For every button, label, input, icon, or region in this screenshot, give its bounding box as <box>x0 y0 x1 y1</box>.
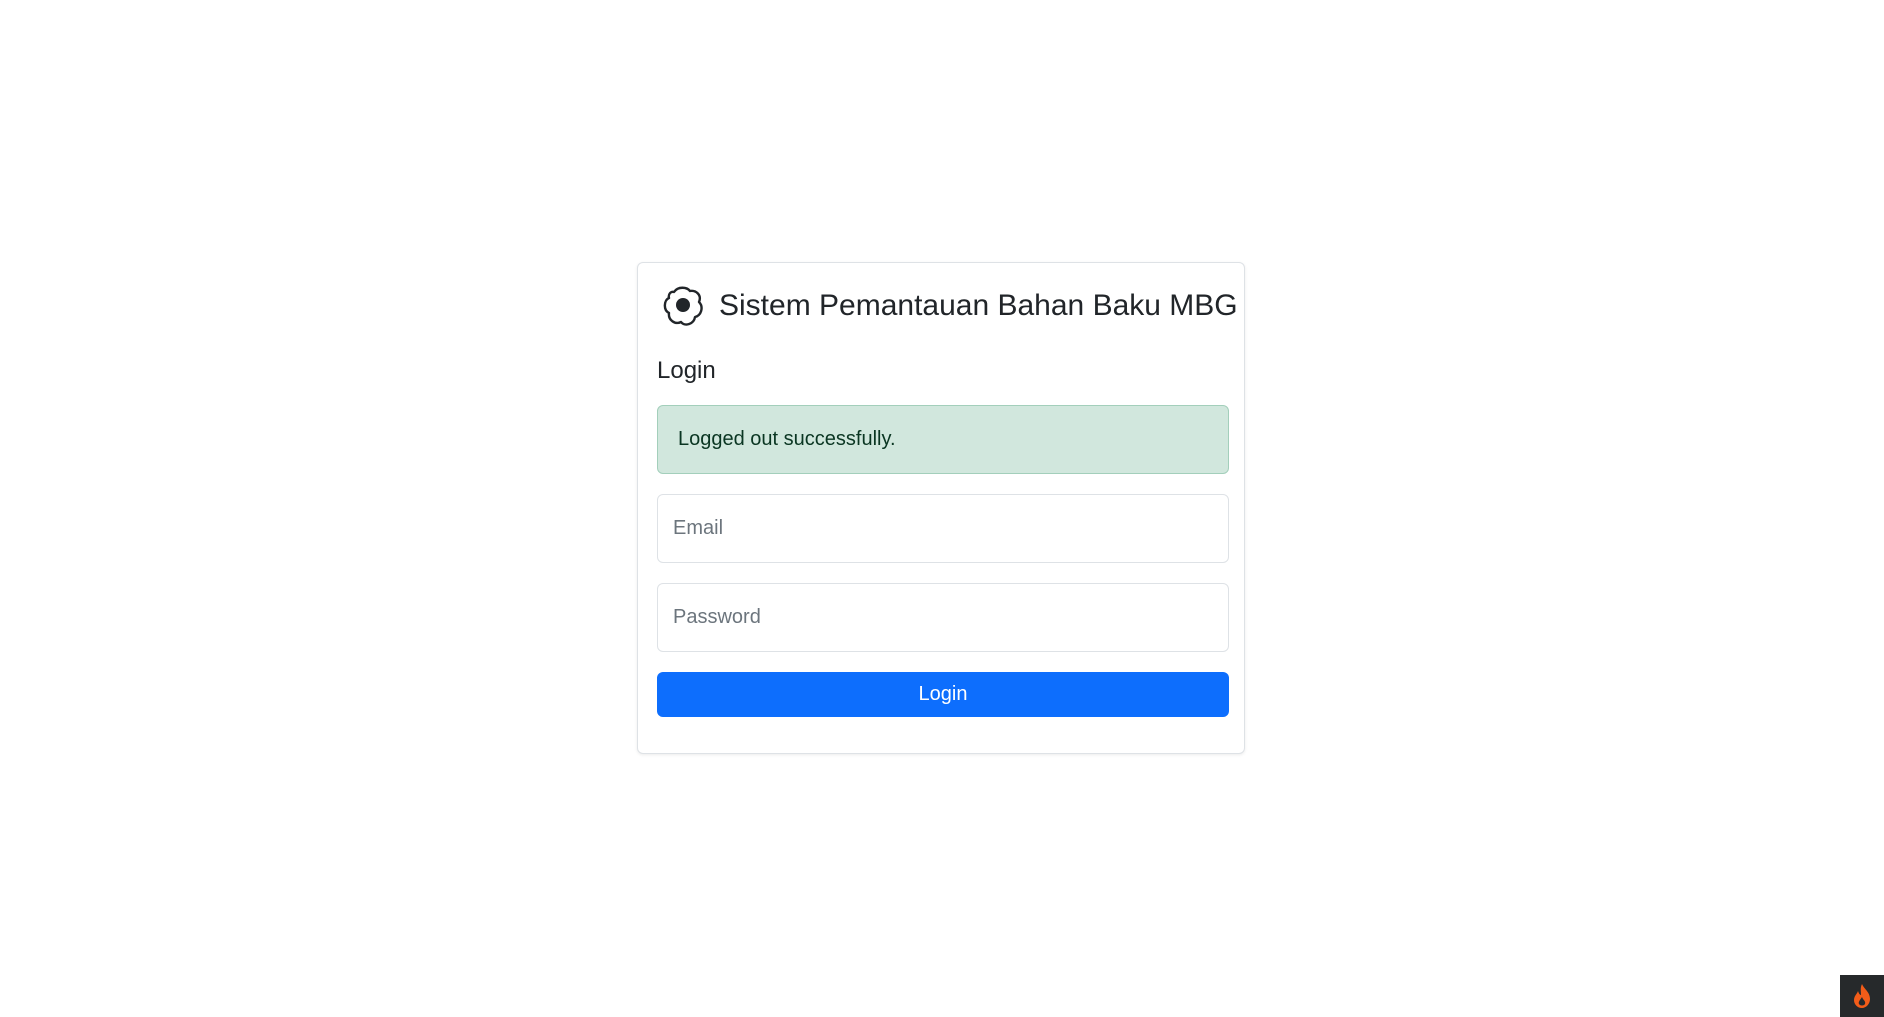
login-button[interactable]: Login <box>657 672 1229 717</box>
egg-fried-icon <box>663 286 703 326</box>
login-heading: Login <box>657 357 716 384</box>
debug-toolbar-toggle[interactable] <box>1840 975 1884 1017</box>
flame-icon <box>1854 984 1870 1008</box>
email-field[interactable] <box>657 494 1229 563</box>
logout-success-alert: Logged out successfully. <box>657 405 1229 474</box>
login-card: Sistem Pemantauan Bahan Baku MBG Login L… <box>637 262 1245 754</box>
brand-header: Sistem Pemantauan Bahan Baku MBG <box>662 285 1238 327</box>
alert-message: Logged out successfully. <box>678 428 896 450</box>
password-field[interactable] <box>657 583 1229 652</box>
app-title: Sistem Pemantauan Bahan Baku MBG <box>719 289 1238 322</box>
